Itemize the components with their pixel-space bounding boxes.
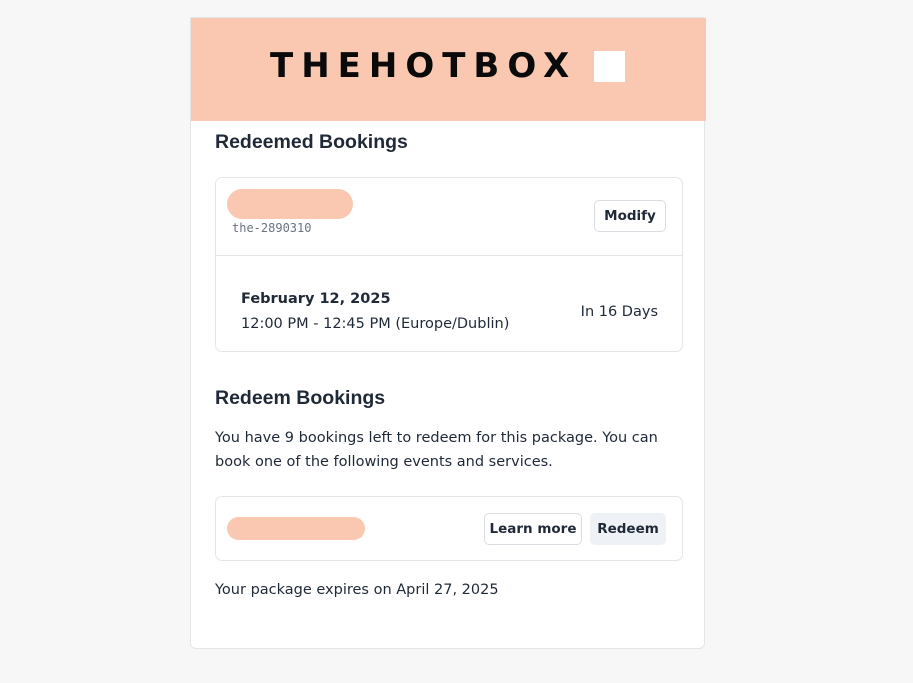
brand-logo-text: THEHOTBOX <box>270 46 578 86</box>
redacted-service-name <box>227 189 353 219</box>
booking-divider <box>216 255 682 256</box>
booking-relative-time: In 16 Days <box>580 304 658 320</box>
logo-square-icon <box>594 51 625 82</box>
booking-code: the-2890310 <box>232 221 312 235</box>
redeem-bookings-heading: Redeem Bookings <box>215 387 386 409</box>
booking-card: THEHOTBOX Redeemed Bookings the-2890310 … <box>190 17 706 649</box>
booking-date: February 12, 2025 <box>241 291 391 307</box>
package-expiry-text: Your package expires on April 27, 2025 <box>215 582 499 598</box>
redacted-service-name <box>227 517 365 540</box>
learn-more-button[interactable]: Learn more <box>484 513 582 545</box>
modify-button[interactable]: Modify <box>594 200 666 232</box>
redeem-description: You have 9 bookings left to redeem for t… <box>215 430 658 470</box>
brand-banner: THEHOTBOX <box>191 18 706 121</box>
redeemed-bookings-heading: Redeemed Bookings <box>215 131 408 153</box>
redeemable-service-item: Learn more Redeem <box>215 496 683 561</box>
redeem-button[interactable]: Redeem <box>590 513 666 545</box>
redeemed-booking-item: the-2890310 Modify February 12, 2025 12:… <box>215 177 683 352</box>
booking-time: 12:00 PM - 12:45 PM (Europe/Dublin) <box>241 316 510 332</box>
